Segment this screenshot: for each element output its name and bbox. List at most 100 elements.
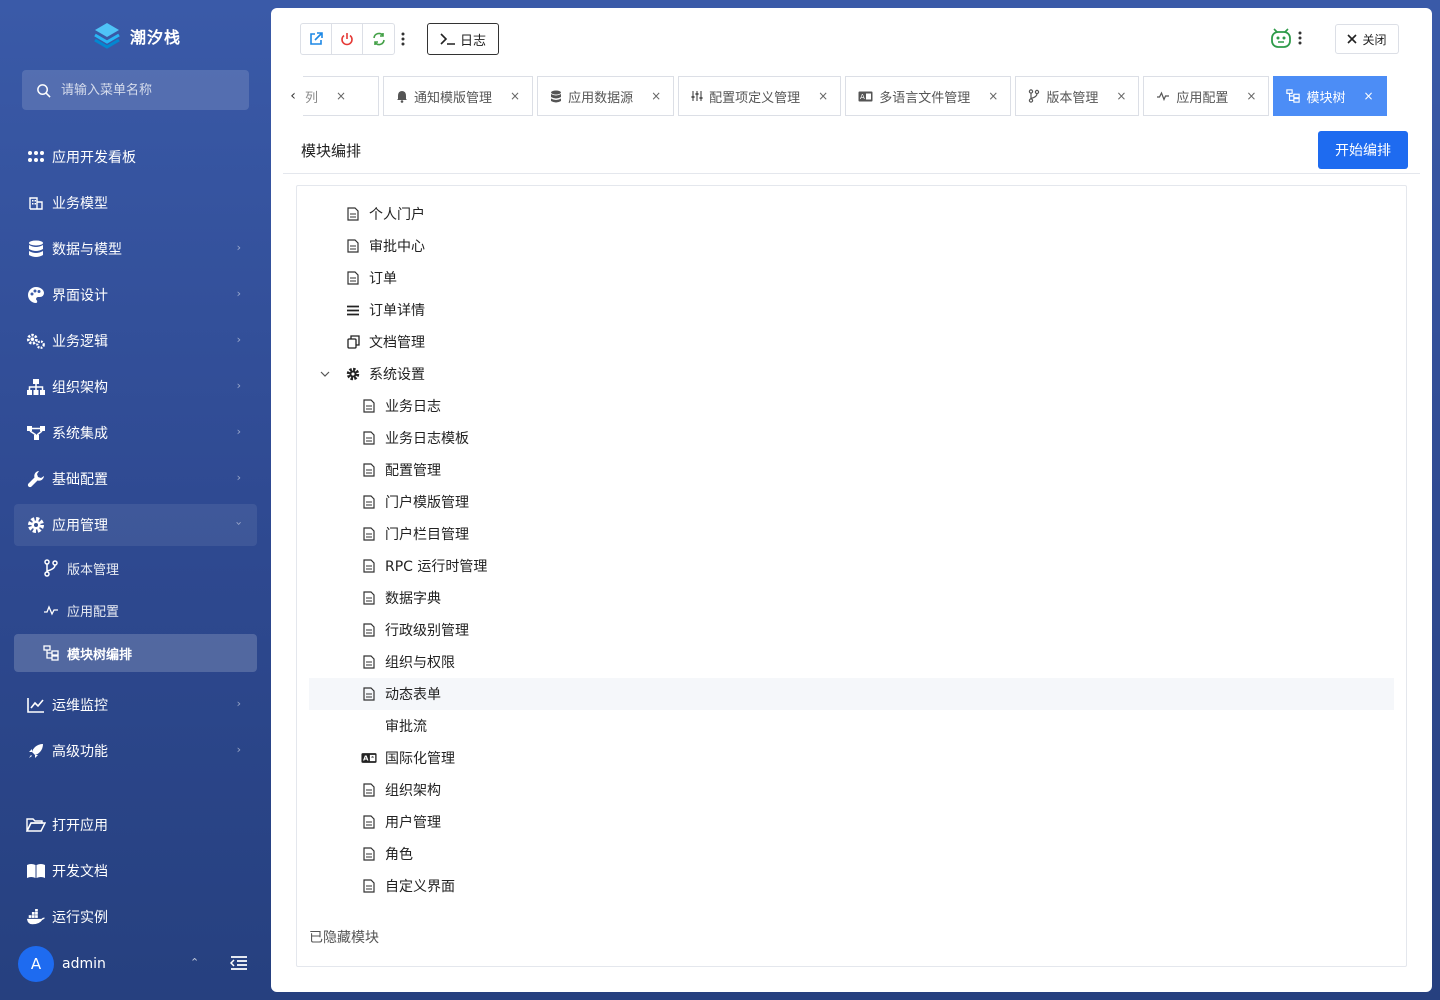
tree-node[interactable]: 门户栏目管理 [309,518,1394,550]
tab-close-icon[interactable]: × [988,89,998,103]
tree-node[interactable]: 订单 [309,262,1394,294]
toolbar: 日志 关闭 [271,8,1432,70]
sidebar-item-instances[interactable]: 运行实例 [14,896,257,938]
sidebar-item-business-logic[interactable]: 业务逻辑 › [14,320,257,362]
sidebar-item-business-model[interactable]: 业务模型 [14,182,257,224]
tab-config-definition[interactable]: 配置项定义管理 × [678,76,842,116]
tab-version[interactable]: 版本管理 × [1015,76,1140,116]
chevron-right-icon: › [236,379,241,392]
sidebar-item-dashboard[interactable]: 应用开发看板 [14,136,257,178]
tab-app-datasource[interactable]: 应用数据源 × [537,76,675,116]
sidebar-item-label: 高级功能 [52,744,108,760]
tab-notice-template[interactable]: 通知模版管理 × [383,76,534,116]
sidebar-item-app-management[interactable]: 应用管理 › [14,504,257,546]
power-button[interactable] [332,24,363,54]
tree-node[interactable]: A 国际化管理 [309,742,1394,774]
sidebar-item-open-app[interactable]: 打开应用 [14,804,257,846]
sidebar-item-label: 运行实例 [52,910,108,926]
sidebar-item-basic-config[interactable]: 基础配置 › [14,458,257,500]
tab-close-icon[interactable]: × [1363,89,1373,103]
sidebar-subitem-module-tree[interactable]: 模块树编排 [14,634,257,672]
tree-node-label: 组织与权限 [385,655,455,671]
tree-node[interactable]: 行政级别管理 [309,614,1394,646]
close-button[interactable]: 关闭 [1335,24,1399,54]
tree-node[interactable]: 审批流 [309,710,1394,742]
tree-node[interactable]: 组织与权限 [309,646,1394,678]
tree-structure-icon [42,644,60,662]
tree-node-label: 组织架构 [385,783,441,799]
file-icon [361,782,377,798]
tree-node[interactable]: 动态表单 [309,678,1394,710]
tree-node[interactable]: RPC 运行时管理 [309,550,1394,582]
sidebar-item-label: 数据与模型 [52,242,122,258]
tab-module-tree[interactable]: 模块树 × [1273,76,1387,116]
file-icon [361,462,377,478]
tab-truncated[interactable]: 列 × [303,76,379,116]
chevron-up-icon[interactable]: ⌃ [190,956,199,969]
page-title: 模块编排 [301,142,362,160]
sidebar-item-label: 打开应用 [52,818,108,834]
tree-node[interactable]: 系统设置 [309,358,1394,390]
log-button[interactable]: 日志 [427,23,499,55]
file-icon [361,398,377,414]
tab-close-icon[interactable]: × [510,89,520,103]
tree-node[interactable]: 组织架构 [309,774,1394,806]
tree-node[interactable]: 个人门户 [309,198,1394,230]
tree-node[interactable]: 角色 [309,838,1394,870]
sliders-icon [691,91,703,101]
start-arrange-button[interactable]: 开始编排 [1318,131,1408,169]
sidebar-item-ui-design[interactable]: 界面设计 › [14,274,257,316]
sidebar-item-dev-docs[interactable]: 开发文档 [14,850,257,892]
tree-node[interactable]: 文档管理 [309,326,1394,358]
sidebar: 潮汐栈 应用开发看板 业务模型 数据与模型 › 界面设计 [0,0,271,1000]
tab-close-icon[interactable]: × [336,89,346,103]
gear-icon [345,366,361,382]
tree-node[interactable]: 业务日志模板 [309,422,1394,454]
tab-i18n-files[interactable]: A 多语言文件管理 × [845,76,1012,116]
tab-scroll-left-icon[interactable]: ‹ [283,76,303,116]
external-link-icon [310,32,323,45]
pulse-icon [42,601,60,619]
tab-app-config[interactable]: 应用配置 × [1143,76,1270,116]
avatar[interactable]: A [18,946,54,982]
tab-close-icon[interactable]: × [651,89,661,103]
brand-logo[interactable]: 潮汐栈 [92,20,181,52]
tree-node-label: 自定义界面 [385,879,455,895]
refresh-button[interactable] [363,24,394,54]
tree-node[interactable]: 订单详情 [309,294,1394,326]
search-icon [37,83,51,98]
chevron-down-icon[interactable] [317,366,333,382]
open-external-button[interactable] [301,24,332,54]
sidebar-subitem-version[interactable]: 版本管理 [14,549,257,587]
sidebar-item-integration[interactable]: 系统集成 › [14,412,257,454]
tree-node[interactable]: 门户模版管理 [309,486,1394,518]
tree-node[interactable]: 数据字典 [309,582,1394,614]
tree-node[interactable]: 业务日志 [309,390,1394,422]
collapse-menu-icon[interactable] [229,955,248,975]
pulse-icon [1157,91,1170,101]
sidebar-item-advanced[interactable]: 高级功能 › [14,730,257,772]
sidebar-item-org[interactable]: 组织架构 › [14,366,257,408]
tab-close-icon[interactable]: × [818,89,828,103]
sidebar-item-label: 组织架构 [52,380,108,396]
sidebar-subitem-app-config[interactable]: 应用配置 [14,591,257,629]
tab-label: 模块树 [1306,90,1346,106]
more-vertical-icon[interactable] [1298,30,1302,49]
user-bar[interactable]: A admin ⌃ [18,946,258,982]
tab-close-icon[interactable]: × [1246,89,1256,103]
tab-close-icon[interactable]: × [1116,89,1126,103]
more-vertical-icon[interactable] [397,30,409,48]
file-icon [361,878,377,894]
palette-icon [26,285,46,305]
tree-node[interactable]: 自定义界面 [309,870,1394,902]
menu-search[interactable] [22,70,249,110]
menu-search-input[interactable] [61,82,231,98]
sidebar-item-monitoring[interactable]: 运维监控 › [14,684,257,726]
log-button-label: 日志 [459,33,486,49]
tree-node[interactable]: 审批中心 [309,230,1394,262]
sidebar-item-data-model[interactable]: 数据与模型 › [14,228,257,270]
tree-node[interactable]: 配置管理 [309,454,1394,486]
tree-node[interactable]: 用户管理 [309,806,1394,838]
robot-icon[interactable] [1269,26,1293,54]
